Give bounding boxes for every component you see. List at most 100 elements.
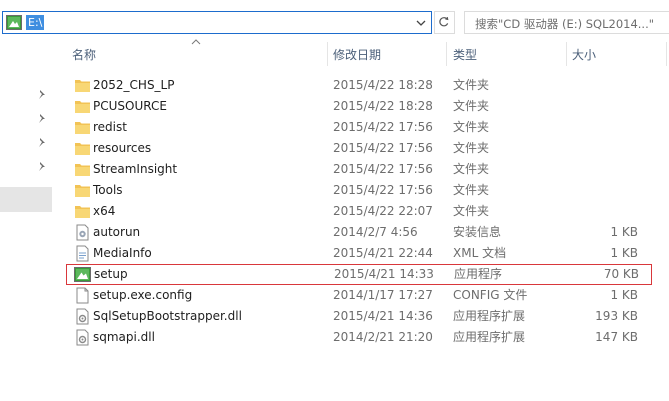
xml-document-icon bbox=[76, 245, 89, 262]
refresh-icon bbox=[439, 16, 449, 27]
column-header-name[interactable]: 名称 bbox=[72, 44, 96, 66]
pin-icon[interactable] bbox=[37, 89, 47, 100]
sort-ascending-icon bbox=[191, 39, 201, 45]
dll-icon bbox=[76, 329, 89, 346]
pin-icon[interactable] bbox=[37, 113, 47, 124]
folder-icon bbox=[75, 185, 90, 197]
file-date: 2014/2/21 21:20 bbox=[333, 330, 433, 344]
file-row[interactable]: MediaInfo 2015/4/21 22:44 XML 文档 1 KB bbox=[66, 243, 652, 264]
search-input[interactable]: 搜索"CD 驱动器 (E:) SQL2014..." bbox=[475, 16, 669, 32]
file-size bbox=[566, 201, 638, 222]
folder-icon bbox=[75, 143, 90, 155]
folder-icon bbox=[75, 164, 90, 176]
file-name[interactable]: MediaInfo bbox=[93, 243, 152, 264]
pin-icon[interactable] bbox=[37, 137, 47, 148]
file-date: 2015/4/22 17:56 bbox=[333, 120, 433, 134]
file-row[interactable]: autorun 2014/2/7 4:56 安装信息 1 KB bbox=[66, 222, 652, 243]
file-size: 70 KB bbox=[603, 267, 639, 281]
column-header-date[interactable]: 修改日期 bbox=[333, 44, 381, 66]
file-row[interactable]: redist 2015/4/22 17:56 文件夹 bbox=[66, 117, 652, 138]
nav-selected-item[interactable] bbox=[0, 187, 52, 212]
file-name[interactable]: autorun bbox=[93, 222, 140, 243]
file-name[interactable]: 2052_CHS_LP bbox=[93, 75, 174, 96]
navigation-pane bbox=[0, 42, 52, 401]
file-size bbox=[566, 117, 638, 138]
file-size: 1 KB bbox=[610, 246, 638, 260]
file-name[interactable]: setup bbox=[94, 264, 128, 285]
file-icon bbox=[76, 287, 89, 304]
file-row[interactable]: StreamInsight 2015/4/22 17:56 文件夹 bbox=[66, 159, 652, 180]
file-name[interactable]: Tools bbox=[93, 180, 123, 201]
file-name[interactable]: redist bbox=[93, 117, 127, 138]
column-divider[interactable] bbox=[566, 42, 567, 66]
pin-icon[interactable] bbox=[37, 161, 47, 172]
folder-icon bbox=[75, 101, 90, 113]
file-type: 文件夹 bbox=[453, 183, 490, 197]
file-name[interactable]: SqlSetupBootstrapper.dll bbox=[93, 306, 242, 327]
column-divider[interactable] bbox=[446, 42, 447, 66]
file-date: 2014/2/7 4:56 bbox=[333, 225, 418, 239]
file-name[interactable]: StreamInsight bbox=[93, 159, 177, 180]
folder-icon bbox=[75, 122, 90, 134]
file-type: 文件夹 bbox=[453, 204, 490, 218]
file-size bbox=[566, 180, 638, 201]
file-row[interactable]: x64 2015/4/22 22:07 文件夹 bbox=[66, 201, 652, 222]
file-type: 文件夹 bbox=[453, 78, 490, 92]
column-divider[interactable] bbox=[327, 42, 328, 66]
file-type: 应用程序扩展 bbox=[453, 309, 526, 323]
refresh-button[interactable] bbox=[434, 11, 455, 34]
address-toolbar: E:\ 搜索"CD 驱动器 (E:) SQL2014..." bbox=[0, 0, 669, 42]
file-type: 文件夹 bbox=[453, 141, 490, 155]
file-row[interactable]: setup.exe.config 2014/1/17 17:27 CONFIG 文件… bbox=[66, 285, 652, 306]
address-bar[interactable]: E:\ bbox=[2, 11, 432, 34]
file-date: 2015/4/22 17:56 bbox=[333, 141, 433, 155]
file-type: 文件夹 bbox=[453, 99, 490, 113]
file-type: CONFIG 文件 bbox=[453, 288, 528, 302]
file-date: 2015/4/21 14:33 bbox=[334, 267, 434, 281]
file-size: 1 KB bbox=[610, 225, 638, 239]
application-icon bbox=[74, 267, 91, 282]
file-name[interactable]: x64 bbox=[93, 201, 115, 222]
file-type: 应用程序扩展 bbox=[453, 330, 526, 344]
file-size: 193 KB bbox=[595, 309, 638, 323]
file-date: 2015/4/22 22:07 bbox=[333, 204, 433, 218]
setup-info-icon bbox=[76, 224, 89, 241]
file-date: 2015/4/22 18:28 bbox=[333, 99, 433, 113]
file-row[interactable]: setup 2015/4/21 14:33 应用程序 70 KB bbox=[66, 264, 652, 285]
column-divider[interactable] bbox=[666, 42, 667, 66]
dll-icon bbox=[76, 308, 89, 325]
file-name[interactable]: PCUSOURCE bbox=[93, 96, 167, 117]
column-header-type[interactable]: 类型 bbox=[453, 44, 477, 66]
file-type: XML 文档 bbox=[453, 246, 507, 260]
file-date: 2015/4/21 22:44 bbox=[333, 246, 433, 260]
file-row[interactable]: sqmapi.dll 2014/2/21 21:20 应用程序扩展 147 KB bbox=[66, 327, 652, 348]
file-row[interactable]: PCUSOURCE 2015/4/22 18:28 文件夹 bbox=[66, 96, 652, 117]
address-path[interactable]: E:\ bbox=[26, 15, 45, 30]
file-name[interactable]: setup.exe.config bbox=[93, 285, 192, 306]
file-type: 文件夹 bbox=[453, 120, 490, 134]
file-row[interactable]: SqlSetupBootstrapper.dll 2015/4/21 14:36 应… bbox=[66, 306, 652, 327]
search-box[interactable]: 搜索"CD 驱动器 (E:) SQL2014..." bbox=[464, 11, 669, 34]
chevron-down-icon[interactable] bbox=[414, 15, 428, 30]
file-date: 2015/4/21 14:36 bbox=[333, 309, 433, 323]
file-date: 2015/4/22 17:56 bbox=[333, 162, 433, 176]
file-name[interactable]: resources bbox=[93, 138, 151, 159]
file-size bbox=[566, 138, 638, 159]
file-row[interactable]: Tools 2015/4/22 17:56 文件夹 bbox=[66, 180, 652, 201]
file-date: 2015/4/22 18:28 bbox=[333, 78, 433, 92]
file-size: 1 KB bbox=[610, 288, 638, 302]
file-date: 2014/1/17 17:27 bbox=[333, 288, 433, 302]
folder-icon bbox=[75, 80, 90, 92]
file-type: 文件夹 bbox=[453, 162, 490, 176]
file-row[interactable]: resources 2015/4/22 17:56 文件夹 bbox=[66, 138, 652, 159]
file-size bbox=[566, 75, 638, 96]
file-name[interactable]: sqmapi.dll bbox=[93, 327, 155, 348]
file-size bbox=[566, 159, 638, 180]
drive-app-icon bbox=[6, 15, 22, 30]
file-row[interactable]: 2052_CHS_LP 2015/4/22 18:28 文件夹 bbox=[66, 75, 652, 96]
folder-icon bbox=[75, 206, 90, 218]
file-type: 安装信息 bbox=[453, 225, 502, 239]
column-header-size[interactable]: 大小 bbox=[572, 44, 596, 66]
file-size bbox=[566, 96, 638, 117]
file-size: 147 KB bbox=[595, 330, 638, 344]
